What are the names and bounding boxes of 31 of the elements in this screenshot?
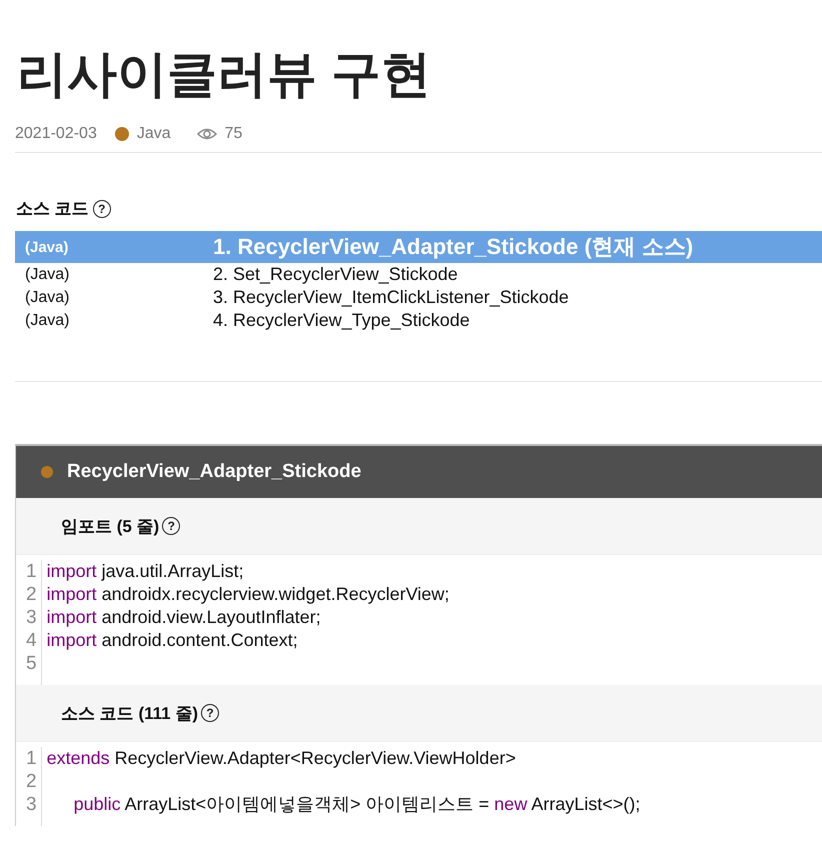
line-number: 2 (26, 770, 37, 793)
help-icon[interactable]: ? (200, 704, 219, 722)
code-line: import android.view.LayoutInflater; (46, 606, 321, 629)
source-list-item[interactable]: (Java) 2. Set_RecyclerView_Stickode (15, 263, 822, 286)
line-number: 4 (26, 629, 37, 652)
post-date: 2021-02-03 (15, 125, 97, 143)
category-label: Java (136, 125, 171, 143)
code-line: import java.util.ArrayList; (46, 560, 244, 583)
line-number: 3 (26, 606, 37, 629)
source-list-item[interactable]: (Java) 3. RecyclerView_ItemClickListener_Stickode (15, 286, 822, 309)
view-count: 75 (224, 125, 242, 143)
help-icon[interactable]: ? (92, 200, 111, 218)
help-icon[interactable]: ? (162, 517, 180, 535)
eye-icon (196, 128, 217, 140)
line-number: 5 (26, 652, 37, 675)
code-line: public ArrayList<아이템에넣을객체> 아이템리스트 = new ArrayList<>(); (72, 793, 640, 816)
code-line: extends RecyclerView.Adapter<RecyclerView.ViewHolder> (46, 747, 516, 770)
code-line: import androidx.recyclerview.widget.RecyclerView; (46, 583, 450, 606)
line-number: 1 (26, 560, 37, 583)
card-title: RecyclerView_Adapter_Stickode (67, 461, 362, 483)
page-title: 리사이클러뷰 구현 (17, 45, 432, 104)
line-number: 2 (26, 583, 37, 606)
source-list-item[interactable]: (Java) 4. RecyclerView_Type_Stickode (15, 309, 822, 332)
code-line: import android.content.Context; (46, 629, 298, 652)
line-number: 1 (26, 747, 37, 770)
section-heading: 임포트 (5 줄) (61, 516, 160, 538)
category-dot (114, 127, 129, 141)
status-dot (41, 466, 53, 478)
section-heading: 소스 코드 (111 줄) (61, 702, 198, 724)
section-heading: 소스 코드 (16, 198, 89, 220)
line-number: 3 (26, 793, 37, 816)
